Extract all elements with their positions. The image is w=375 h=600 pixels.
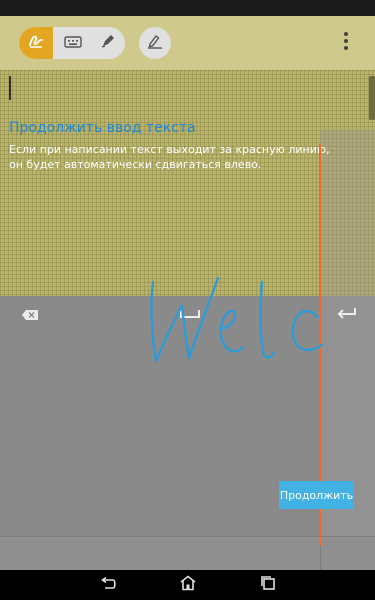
recents-icon — [260, 575, 276, 595]
home-button[interactable] — [176, 573, 200, 597]
continue-button[interactable]: Продолжить — [279, 481, 354, 509]
ink-stroke-w — [150, 276, 220, 363]
handwriting-input-app: Продолжить ввод текста Если при написани… — [0, 16, 375, 570]
recents-button[interactable] — [256, 573, 280, 597]
back-icon — [99, 576, 117, 595]
navigation-bar — [0, 570, 375, 600]
ink-stroke-l — [259, 280, 276, 359]
status-bar — [0, 0, 375, 16]
back-button[interactable] — [96, 573, 120, 597]
ink-stroke-c — [291, 309, 324, 352]
ink-stroke-e — [219, 309, 245, 353]
home-icon — [178, 575, 198, 595]
